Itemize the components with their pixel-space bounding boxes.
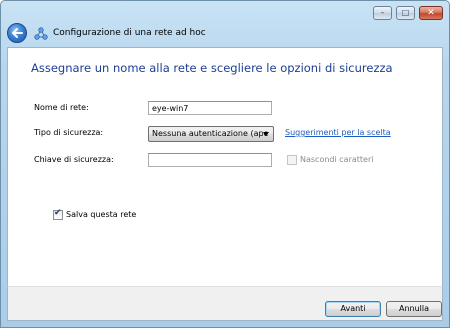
network-name-input[interactable]: eye-win7 <box>148 101 272 115</box>
window-title: Configurazione di una rete ad hoc <box>53 28 206 38</box>
chevron-down-icon <box>263 132 269 136</box>
hide-chars-checkbox[interactable] <box>287 155 297 165</box>
security-type-value: Nessuna autenticazione (ape <box>152 129 269 138</box>
next-button[interactable]: Avanti <box>325 301 381 317</box>
cancel-button[interactable]: Annulla <box>386 301 442 317</box>
maximize-button[interactable]: □ <box>396 6 415 20</box>
close-button[interactable]: ✕ <box>419 6 443 20</box>
minimize-icon: – <box>380 8 385 17</box>
main-instruction: Assegnare un nome alla rete e scegliere … <box>31 61 393 75</box>
title-bar: – □ ✕ <box>1 1 449 20</box>
hide-chars-label: Nascondi caratteri <box>300 155 374 164</box>
security-key-input[interactable] <box>148 153 272 167</box>
wizard-footer: Avanti Annulla <box>7 286 443 321</box>
network-name-label: Nome di rete: <box>34 103 89 112</box>
checkmark-icon: ✔ <box>54 208 62 218</box>
back-arrow-icon <box>12 28 23 38</box>
save-network-label: Salva questa rete <box>66 210 137 219</box>
selection-tips-link[interactable]: Suggerimenti per la scelta <box>285 128 391 137</box>
security-type-label: Tipo di sicurezza: <box>34 128 104 137</box>
minimize-button[interactable]: – <box>373 6 392 20</box>
adhoc-network-icon <box>34 27 48 40</box>
save-network-checkbox[interactable]: ✔ <box>53 208 63 220</box>
security-key-label: Chiave di sicurezza: <box>34 155 114 164</box>
wizard-header: Configurazione di una rete ad hoc <box>1 21 449 45</box>
wizard-content: Assegnare un nome alla rete e scegliere … <box>7 47 443 287</box>
maximize-icon: □ <box>401 8 410 17</box>
close-icon: ✕ <box>427 7 435 18</box>
security-type-select[interactable]: Nessuna autenticazione (ape <box>148 126 274 142</box>
wizard-window: – □ ✕ Configurazione di una rete ad hoc … <box>0 0 450 328</box>
back-button[interactable] <box>7 23 27 43</box>
